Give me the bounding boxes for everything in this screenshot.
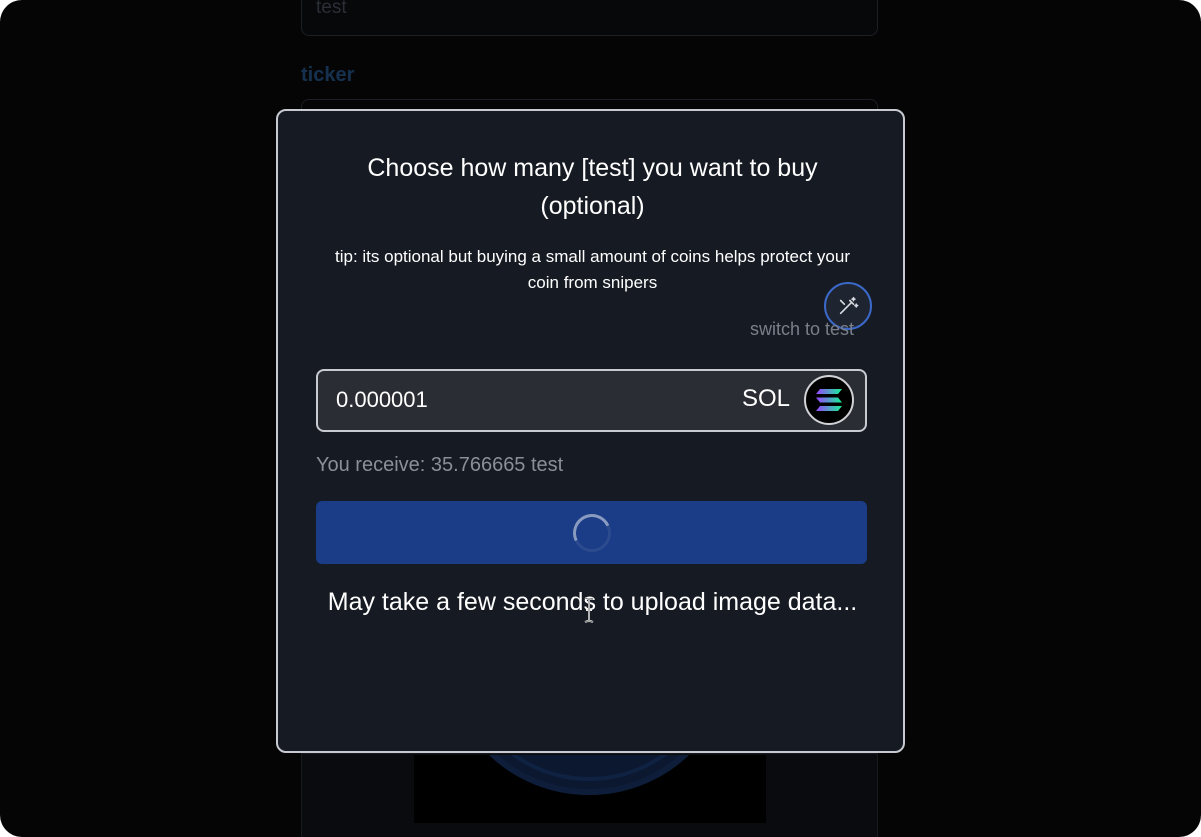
coin-image-art (444, 755, 734, 795)
loading-spinner-icon (567, 508, 616, 557)
name-field[interactable]: test (301, 0, 878, 36)
amount-input[interactable] (336, 385, 696, 415)
buy-modal: Choose how many [test] you want to buy (… (276, 109, 905, 753)
text-cursor-icon (584, 597, 594, 623)
create-coin-button[interactable] (316, 501, 867, 564)
coin-image-preview (414, 755, 766, 823)
receive-amount-text: You receive: 35.766665 test (316, 454, 564, 476)
amount-field[interactable]: SOL (316, 369, 867, 432)
ticker-label: ticker (301, 64, 355, 86)
name-field-value: test (316, 0, 347, 18)
solana-logo-icon (804, 375, 854, 425)
switch-currency-link[interactable]: switch to test (718, 319, 854, 340)
magic-wand-icon (839, 296, 859, 315)
app-window: test ticker Choose how many [test] you w… (0, 0, 1201, 837)
modal-tip: tip: its optional but buying a small amo… (334, 247, 850, 292)
currency-label: SOL (742, 385, 791, 412)
modal-title: Choose how many [test] you want to buy (… (367, 154, 818, 220)
